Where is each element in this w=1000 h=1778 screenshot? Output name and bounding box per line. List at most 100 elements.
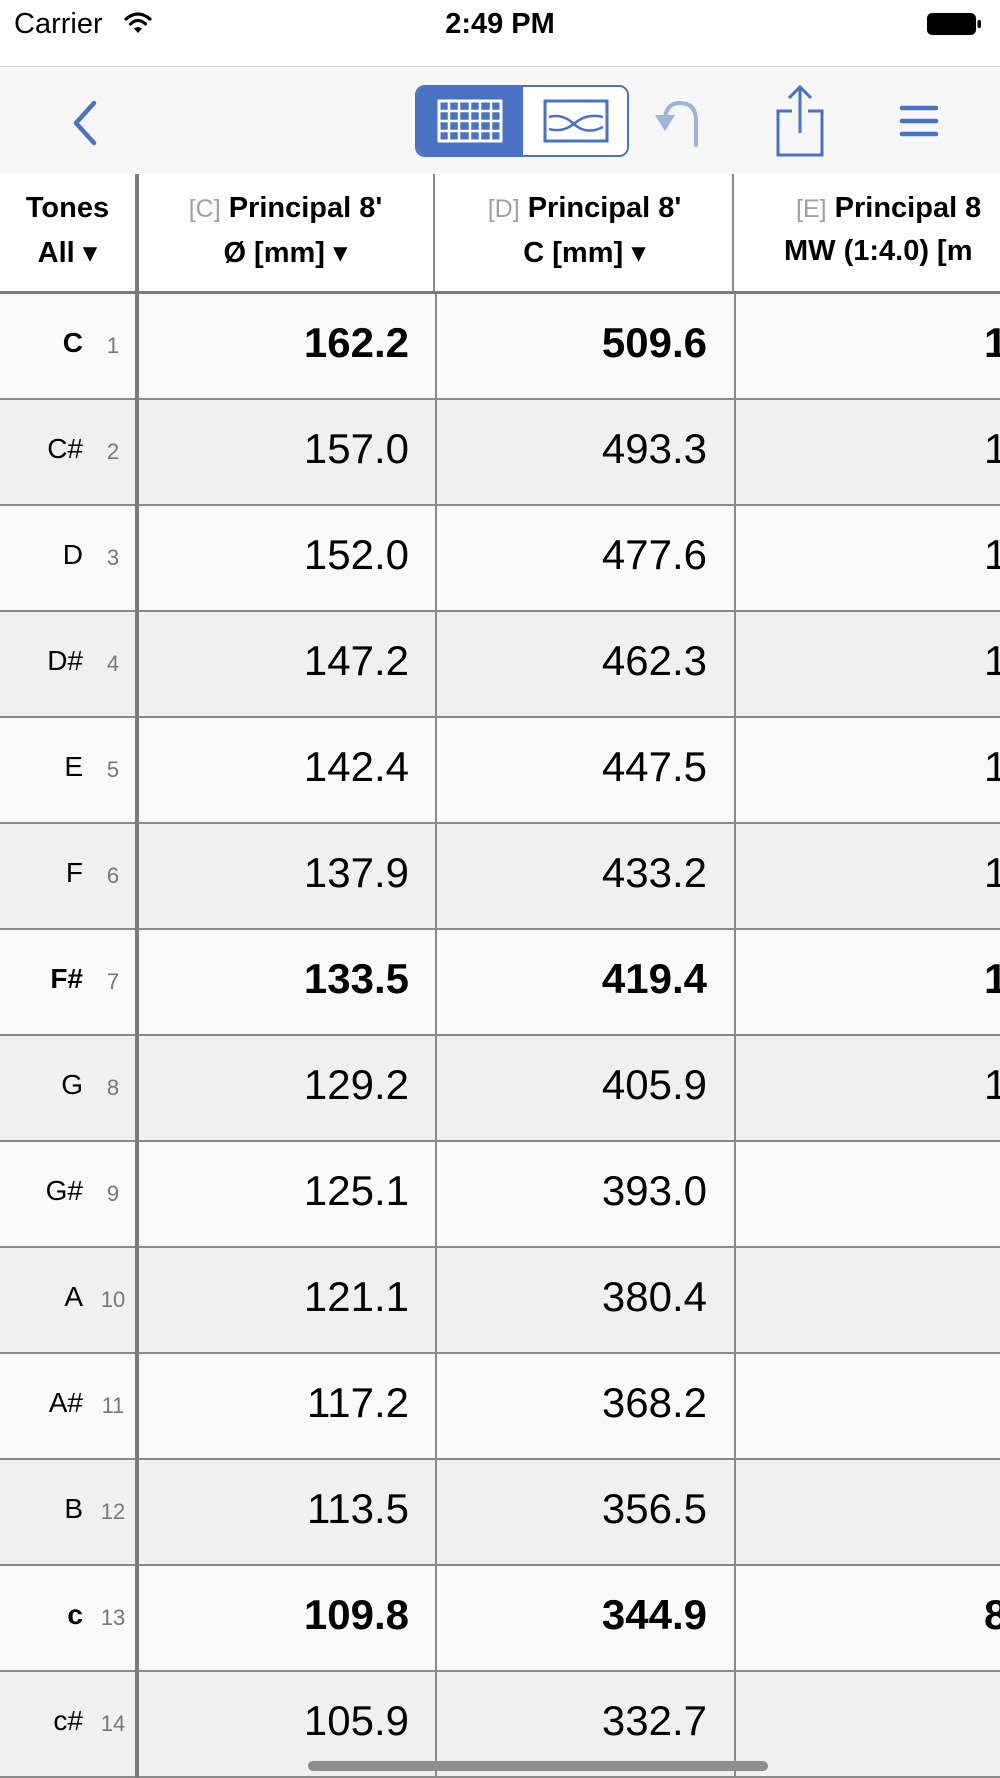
tone-number: 12 (100, 1499, 126, 1524)
mouth-width-cell[interactable]: 1 (738, 531, 1000, 579)
tone-cell[interactable]: F6 (0, 824, 135, 928)
table-header: Tones All ▾ [C] Principal 8' Ø [mm] ▾ [D… (0, 174, 1000, 294)
circumference-cell[interactable]: 493.3 (437, 425, 707, 473)
tone-cell[interactable]: D3 (0, 506, 135, 610)
column-tag: [C] (188, 195, 221, 223)
mouth-width-cell[interactable]: 1 (738, 743, 1000, 791)
table-row[interactable]: C 1 162.2 509.6 1 (0, 294, 1000, 400)
tone-cell[interactable]: C1 (0, 294, 135, 398)
diameter-cell[interactable]: 137.9 (139, 849, 409, 897)
mouth-width-cell[interactable]: 1( (738, 955, 1000, 1003)
circumference-cell[interactable]: 433.2 (437, 849, 707, 897)
tone-cell[interactable]: D# 4 (0, 612, 135, 716)
column-unit-dropdown[interactable]: Ø [mm] ▾ (138, 235, 433, 270)
table-row[interactable]: E 5 142.4 447.5 1 (0, 718, 1000, 824)
column-unit-dropdown[interactable]: MW (1:4.0) [m (784, 235, 1000, 268)
graph-view-segment[interactable] (523, 87, 627, 155)
diameter-cell[interactable]: 152.0 (139, 531, 409, 579)
column-header-d[interactable]: [D] Principal 8' C [mm] ▾ (437, 174, 734, 291)
tone-number: 5 (106, 757, 120, 782)
diameter-cell[interactable]: 129.2 (139, 1061, 409, 1109)
mouth-width-cell[interactable]: 1 (738, 425, 1000, 473)
circumference-cell[interactable]: 419.4 (437, 955, 707, 1003)
menu-icon[interactable] (898, 103, 940, 139)
mouth-width-cell[interactable]: 1 (738, 849, 1000, 897)
column-header-c[interactable]: [C] Principal 8' Ø [mm] ▾ (138, 174, 435, 291)
circumference-cell[interactable]: 368.2 (437, 1379, 707, 1427)
circumference-cell[interactable]: 447.5 (437, 743, 707, 791)
tone-cell[interactable]: F# 7 (0, 930, 135, 1034)
tone-name: D (62, 539, 83, 570)
tone-number: 13 (100, 1605, 126, 1630)
tone-cell[interactable]: G# 9 (0, 1142, 135, 1246)
diameter-cell[interactable]: 133.5 (139, 955, 409, 1003)
status-bar: Carrier 2:49 PM (0, 0, 1000, 52)
table-row[interactable]: D 3 152.0 477.6 1 (0, 506, 1000, 612)
tone-cell[interactable]: A 10 (0, 1248, 135, 1352)
diameter-cell[interactable]: 142.4 (139, 743, 409, 791)
horizontal-scroll-indicator (308, 1761, 768, 1771)
diameter-cell[interactable]: 157.0 (139, 425, 409, 473)
column-title: Principal 8 (834, 192, 982, 224)
tone-cell[interactable]: E5 (0, 718, 135, 822)
tones-filter-header[interactable]: Tones All ▾ (0, 174, 135, 291)
table-row[interactable]: B 12 113.5 356.5 (0, 1460, 1000, 1566)
tone-number: 7 (106, 969, 120, 994)
circumference-cell[interactable]: 380.4 (437, 1273, 707, 1321)
circumference-cell[interactable]: 344.9 (437, 1591, 707, 1639)
table-row[interactable]: F# 7 133.5 419.4 1( (0, 930, 1000, 1036)
column-header-e[interactable]: [E] Principal 8 MW (1:4.0) [m (736, 174, 1000, 291)
tone-name: G (61, 1069, 83, 1100)
tone-name: C# (47, 433, 83, 464)
diameter-cell[interactable]: 121.1 (139, 1273, 409, 1321)
diameter-cell[interactable]: 105.9 (139, 1697, 409, 1745)
tone-cell[interactable]: G8 (0, 1036, 135, 1140)
diameter-cell[interactable]: 117.2 (139, 1379, 409, 1427)
table-row[interactable]: C# 2 157.0 493.3 1 (0, 400, 1000, 506)
table-row[interactable]: G# 9 125.1 393.0 (0, 1142, 1000, 1248)
circumference-cell[interactable]: 477.6 (437, 531, 707, 579)
diameter-cell[interactable]: 162.2 (139, 319, 409, 367)
tone-name: B (64, 1493, 83, 1524)
diameter-cell[interactable]: 113.5 (139, 1485, 409, 1533)
table-view-segment[interactable] (417, 87, 523, 155)
tone-number: 14 (100, 1711, 126, 1736)
undo-icon[interactable] (652, 93, 708, 151)
circumference-cell[interactable]: 405.9 (437, 1061, 707, 1109)
tone-cell[interactable]: c# 14 (0, 1672, 135, 1776)
tone-number: 3 (106, 545, 120, 570)
tone-cell[interactable]: A# 11 (0, 1354, 135, 1458)
diameter-cell[interactable]: 147.2 (139, 637, 409, 685)
diameter-cell[interactable]: 109.8 (139, 1591, 409, 1639)
circumference-cell[interactable]: 462.3 (437, 637, 707, 685)
tone-number: 2 (106, 439, 120, 464)
diameter-cell[interactable]: 125.1 (139, 1167, 409, 1215)
table-row[interactable]: F 6 137.9 433.2 1 (0, 824, 1000, 930)
tone-name: A# (48, 1387, 83, 1418)
table-row[interactable]: c 13 109.8 344.9 8 (0, 1566, 1000, 1672)
table-row[interactable]: A 10 121.1 380.4 (0, 1248, 1000, 1354)
circumference-cell[interactable]: 332.7 (437, 1697, 707, 1745)
back-chevron-icon[interactable] (60, 95, 110, 151)
share-icon[interactable] (772, 83, 828, 159)
column-unit-dropdown[interactable]: C [mm] ▾ (437, 235, 732, 270)
tones-filter-dropdown[interactable]: All ▾ (0, 235, 135, 270)
mouth-width-cell[interactable]: 8 (738, 1591, 1000, 1639)
mouth-width-cell[interactable]: 1 (738, 319, 1000, 367)
mouth-width-cell[interactable]: 1 (738, 637, 1000, 685)
column-title: Principal 8' (228, 192, 383, 224)
tone-cell[interactable]: c 13 (0, 1566, 135, 1670)
tone-name: F# (50, 963, 83, 994)
table-row[interactable]: D# 4 147.2 462.3 1 (0, 612, 1000, 718)
toolbar (0, 66, 1000, 173)
tone-name: c# (53, 1705, 83, 1736)
table-row[interactable]: G 8 129.2 405.9 1 (0, 1036, 1000, 1142)
circumference-cell[interactable]: 509.6 (437, 319, 707, 367)
tone-cell[interactable]: B 12 (0, 1460, 135, 1564)
circumference-cell[interactable]: 356.5 (437, 1485, 707, 1533)
circumference-cell[interactable]: 393.0 (437, 1167, 707, 1215)
tone-name: C (62, 327, 83, 358)
table-row[interactable]: A# 11 117.2 368.2 (0, 1354, 1000, 1460)
mouth-width-cell[interactable]: 1 (738, 1061, 1000, 1109)
tone-cell[interactable]: C# 2 (0, 400, 135, 504)
